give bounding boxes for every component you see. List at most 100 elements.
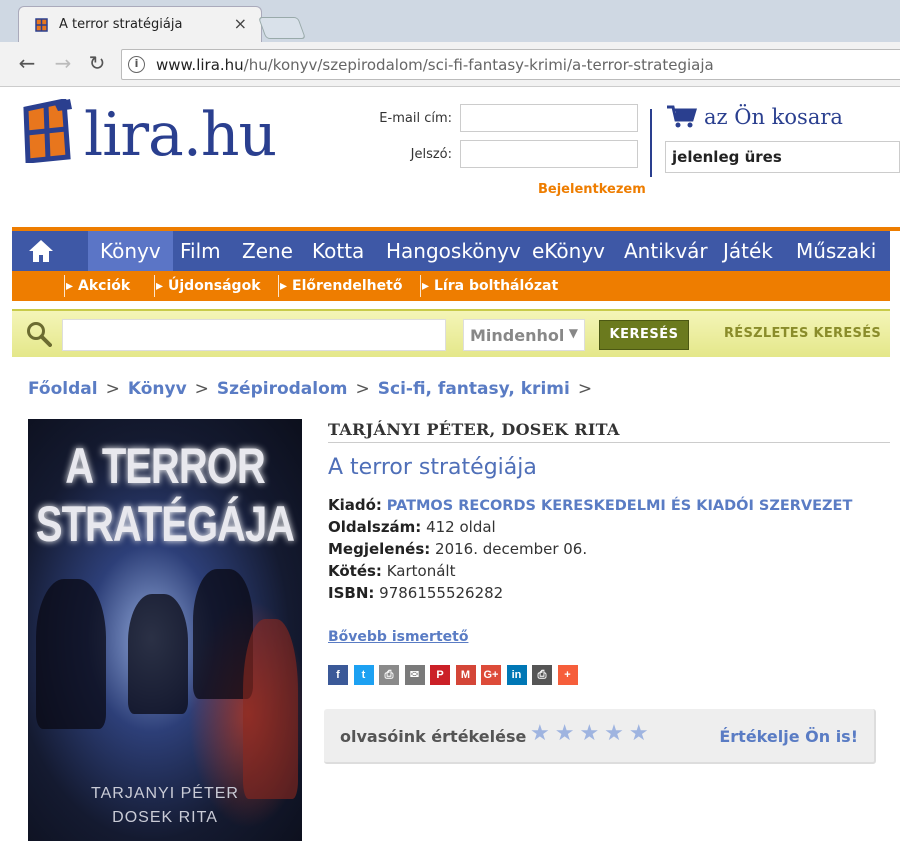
site-logo[interactable]: lira.hu xyxy=(18,97,298,167)
search-button[interactable]: KERESÉS xyxy=(599,320,689,350)
pages-row: Oldalszám: 412 oldal xyxy=(328,518,496,536)
authors-divider xyxy=(328,442,890,443)
print-icon[interactable]: ⎙ xyxy=(379,665,399,685)
lira-favicon-icon xyxy=(35,18,48,32)
cover-title-line1: A TERROR xyxy=(65,439,265,495)
search-input[interactable] xyxy=(62,319,446,351)
browser-tab-bar: A terror stratégiája × xyxy=(0,0,900,42)
nav-item-hangoskonyv[interactable]: Hangoskönyv xyxy=(374,231,533,271)
cover-author-line1: TARJANYI PÉTER xyxy=(91,785,239,802)
site-info-icon[interactable]: i xyxy=(128,56,145,73)
nav-item-jatek[interactable]: Játék xyxy=(711,231,785,271)
cart-status[interactable]: jelenleg üres xyxy=(665,141,900,173)
nav-item-konyv[interactable]: Könyv xyxy=(88,231,173,271)
url-text: www.lira.hu/hu/konyv/szepirodalom/sci-fi… xyxy=(156,56,714,74)
breadcrumb: Főoldal > Könyv > Szépirodalom > Sci-fi, fanta… xyxy=(28,379,600,399)
release-row: Megjelenés: 2016. december 06. xyxy=(328,540,587,558)
nav-item-ekonyv[interactable]: eKönyv xyxy=(520,231,617,271)
nav-item-muszaki[interactable]: Műszaki xyxy=(784,231,888,271)
pages-label: Oldalszám: xyxy=(328,518,422,536)
publisher-link[interactable]: PATMOS RECORDS KERESKEDELMI ÉS KIADÓI SZ… xyxy=(387,498,853,514)
googleplus-icon[interactable]: G+ xyxy=(481,665,501,685)
logo-text: lira.hu xyxy=(84,100,277,170)
new-tab-button[interactable] xyxy=(257,17,307,39)
twitter-icon[interactable]: t xyxy=(353,665,374,685)
release-label: Megjelenés: xyxy=(328,540,431,558)
lira-site: lira.hu E-mail cím: Jelszó: Bejelentkeze… xyxy=(12,87,900,850)
printer-friendly-icon[interactable]: ⎙ xyxy=(532,665,552,685)
main-navigation: Könyv Film Zene Kotta Hangoskönyv eKönyv… xyxy=(12,231,890,271)
email-field[interactable] xyxy=(460,104,638,132)
breadcrumb-separator: > xyxy=(355,379,370,399)
breadcrumb-scifi[interactable]: Sci-fi, fantasy, krimi xyxy=(378,379,570,399)
pages-value: 412 oldal xyxy=(426,518,496,536)
search-bar: Mindenhol ▼ KERESÉS RÉSZLETES KERESÉS xyxy=(12,309,890,357)
email-label: E-mail cím: xyxy=(379,111,452,126)
nav-item-antikvar[interactable]: Antikvár xyxy=(612,231,720,271)
cover-title-line2: STRATÉGÁJA xyxy=(35,497,295,553)
tab-title: A terror stratégiája xyxy=(59,17,183,32)
rating-stars[interactable]: ★★★★★ xyxy=(530,721,654,746)
gmail-icon[interactable]: M xyxy=(455,665,476,685)
cart-title[interactable]: az Ön kosara xyxy=(704,105,843,129)
release-value: 2016. december 06. xyxy=(435,540,588,558)
search-icon xyxy=(27,322,52,347)
dropdown-arrow-icon: ▼ xyxy=(568,326,578,340)
breadcrumb-fooldal[interactable]: Főoldal xyxy=(28,379,98,399)
search-scope-select[interactable]: Mindenhol ▼ xyxy=(463,319,585,351)
subnav-item-ujdonsagok[interactable]: Újdonságok xyxy=(154,271,261,301)
tab-close-icon[interactable]: × xyxy=(234,14,247,33)
cover-figure xyxy=(36,579,106,729)
browser-toolbar: ← → ↻ i www.lira.hu/hu/konyv/szepirodalo… xyxy=(0,42,900,87)
home-icon[interactable] xyxy=(28,239,54,263)
facebook-icon[interactable]: f xyxy=(328,665,348,685)
breadcrumb-konyv[interactable]: Könyv xyxy=(128,379,187,399)
back-arrow-icon[interactable]: ← xyxy=(14,51,40,75)
cover-figure xyxy=(128,594,188,714)
book-authors[interactable]: TARJÁNYI PÉTER, DOSEK RITA xyxy=(328,420,620,439)
password-field[interactable] xyxy=(460,140,638,168)
nav-item-zene[interactable]: Zene xyxy=(230,231,305,271)
subnav-item-akciok[interactable]: Akciók xyxy=(64,271,130,301)
password-label: Jelszó: xyxy=(410,147,452,162)
binding-value: Kartonált xyxy=(386,562,456,580)
binding-label: Kötés: xyxy=(328,562,382,580)
header-divider xyxy=(650,109,652,177)
book-title: A terror stratégiája xyxy=(328,455,537,480)
isbn-value: 9786155526282 xyxy=(379,584,504,602)
bookshelf-logo-icon xyxy=(23,99,72,163)
more-share-icon[interactable]: + xyxy=(557,665,578,685)
publisher-label: Kiadó: xyxy=(328,496,382,514)
breadcrumb-separator: > xyxy=(577,379,593,399)
browser-tab[interactable]: A terror stratégiája × xyxy=(18,6,262,42)
login-button[interactable]: Bejelentkezem xyxy=(538,182,646,197)
isbn-label: ISBN: xyxy=(328,584,375,602)
isbn-row: ISBN: 9786155526282 xyxy=(328,584,503,602)
forward-arrow-icon[interactable]: → xyxy=(50,51,76,75)
rating-label: olvasóink értékelése xyxy=(340,727,527,746)
breadcrumb-separator: > xyxy=(105,379,120,399)
cover-author-line2: DOSEK RITA xyxy=(112,809,218,826)
book-cover[interactable]: A TERROR STRATÉGÁJA TARJANYI PÉTER DOSEK… xyxy=(28,419,302,841)
nav-item-kotta[interactable]: Kotta xyxy=(300,231,376,271)
breadcrumb-szepirodalom[interactable]: Szépirodalom xyxy=(217,379,348,399)
cover-figure xyxy=(243,619,298,799)
shopping-cart-icon[interactable] xyxy=(667,105,697,129)
rate-it-link[interactable]: Értékelje Ön is! xyxy=(719,727,858,746)
breadcrumb-separator: > xyxy=(194,379,209,399)
address-bar[interactable]: i www.lira.hu/hu/konyv/szepirodalom/sci-… xyxy=(121,49,900,80)
binding-row: Kötés: Kartonált xyxy=(328,562,455,580)
subnav-item-elorendelheto[interactable]: Előrendelhető xyxy=(278,271,402,301)
email-icon[interactable]: ✉ xyxy=(404,665,425,685)
linkedin-icon[interactable]: in xyxy=(506,665,527,685)
more-details-link[interactable]: Bővebb ismertető xyxy=(328,629,468,645)
subnav-item-lira-bolthalozat[interactable]: Líra bolthálózat xyxy=(420,271,558,301)
reload-icon[interactable]: ↻ xyxy=(84,51,110,75)
publisher-row: Kiadó: PATMOS RECORDS KERESKEDELMI ÉS KI… xyxy=(328,496,852,514)
sub-navigation: Akciók Újdonságok Előrendelhető Líra bol… xyxy=(12,271,890,301)
advanced-search-link[interactable]: RÉSZLETES KERESÉS xyxy=(724,326,881,341)
nav-item-film[interactable]: Film xyxy=(168,231,233,271)
pinterest-icon[interactable]: P xyxy=(430,665,450,685)
search-scope-value: Mindenhol xyxy=(470,326,565,345)
rating-box: olvasóink értékelése ★★★★★ Értékelje Ön … xyxy=(324,709,876,764)
